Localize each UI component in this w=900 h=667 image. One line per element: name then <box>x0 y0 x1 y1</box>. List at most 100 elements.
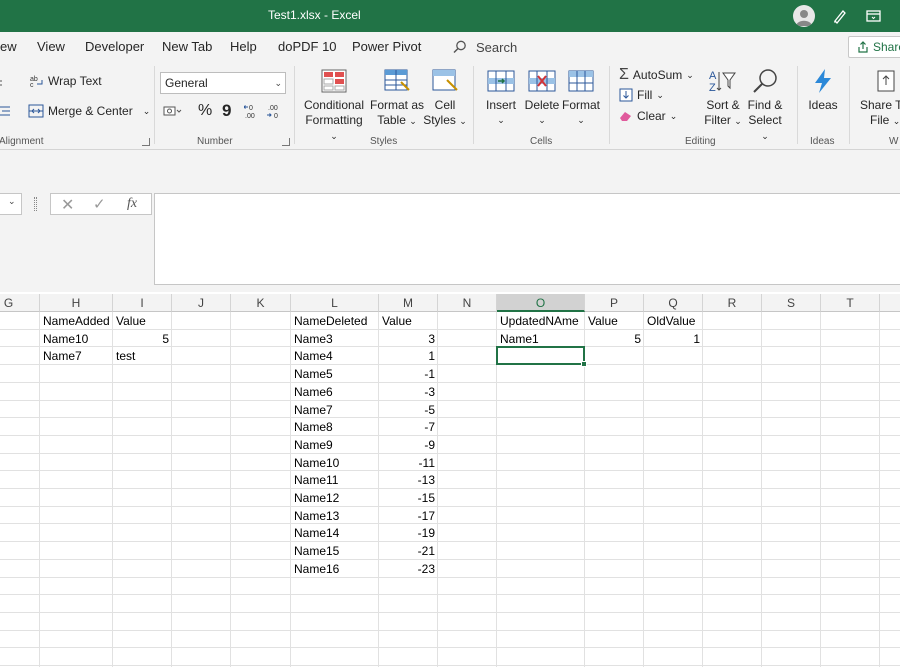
cell-L13[interactable]: Name14 <box>291 525 379 542</box>
cell-L9[interactable]: Name10 <box>291 455 379 472</box>
cell-M12[interactable]: -17 <box>379 508 438 525</box>
name-box-dropdown[interactable]: ⌄ <box>0 193 22 215</box>
column-header-G[interactable]: G <box>0 294 40 312</box>
column-header-L[interactable]: L <box>291 294 379 312</box>
cell-L5[interactable]: Name6 <box>291 384 379 401</box>
tab-view[interactable]: View <box>37 39 65 54</box>
cell-L10[interactable]: Name11 <box>291 472 379 489</box>
column-header-S[interactable]: S <box>762 294 821 312</box>
tab-developer[interactable]: Developer <box>85 39 144 54</box>
cell-M4[interactable]: -1 <box>379 366 438 383</box>
cell-M1[interactable]: Value <box>379 313 438 330</box>
number-format-select[interactable]: General ⌄ <box>160 72 286 94</box>
column-header-P[interactable]: P <box>585 294 644 312</box>
ribbon-display-options-icon[interactable] <box>864 6 884 26</box>
insert-function-button[interactable]: fx <box>127 196 137 212</box>
cell-L6[interactable]: Name7 <box>291 402 379 419</box>
cell-I3[interactable]: test <box>113 348 172 365</box>
selected-cell-O3[interactable] <box>496 346 587 368</box>
cell-M7[interactable]: -7 <box>379 419 438 436</box>
cell-I1[interactable]: Value <box>113 313 172 330</box>
cell-Q2[interactable]: 1 <box>644 331 703 348</box>
enter-icon[interactable]: ✓ <box>93 195 106 213</box>
cell-M3[interactable]: 1 <box>379 348 438 365</box>
cell-L7[interactable]: Name8 <box>291 419 379 436</box>
cell-L14[interactable]: Name15 <box>291 543 379 560</box>
column-header-M[interactable]: M <box>379 294 438 312</box>
user-avatar-icon[interactable] <box>793 5 815 27</box>
cell-P1[interactable]: Value <box>585 313 644 330</box>
column-header-H[interactable]: H <box>40 294 113 312</box>
search-box[interactable]: Search <box>452 38 517 56</box>
column-header-Q[interactable]: Q <box>644 294 703 312</box>
merge-center-button[interactable]: Merge & Center ⌄ <box>28 104 150 118</box>
pen-icon[interactable] <box>830 6 850 26</box>
column-header-K[interactable]: K <box>231 294 291 312</box>
cell-L12[interactable]: Name13 <box>291 508 379 525</box>
cell-M15[interactable]: -23 <box>379 561 438 578</box>
wrap-text-button[interactable]: ab c Wrap Text <box>30 74 102 88</box>
fill-handle[interactable] <box>581 361 587 368</box>
cell-L4[interactable]: Name5 <box>291 366 379 383</box>
cell-L3[interactable]: Name4 <box>291 348 379 365</box>
cell-M2[interactable]: 3 <box>379 331 438 348</box>
cancel-icon[interactable]: ✕ <box>61 195 74 215</box>
conditional-formatting-button[interactable]: Conditional Formatting ⌄ <box>300 68 368 144</box>
delete-cells-button[interactable]: Delete ⌄ <box>522 68 562 128</box>
decrease-decimal-icon[interactable]: .00 0 <box>266 103 284 122</box>
number-launcher-icon[interactable] <box>282 138 290 146</box>
share-button[interactable]: Share <box>848 36 900 58</box>
accounting-format-button[interactable] <box>163 104 183 121</box>
cell-L1[interactable]: NameDeleted <box>291 313 379 330</box>
cell-M14[interactable]: -21 <box>379 543 438 560</box>
tab-help[interactable]: Help <box>230 39 257 54</box>
cell-O2[interactable]: Name1 <box>497 331 585 348</box>
insert-cells-button[interactable]: Insert ⌄ <box>480 68 522 128</box>
spreadsheet-grid[interactable]: GHIJKLMNOPQRST NameAdded Value Name10 5 … <box>0 294 900 667</box>
fill-button[interactable]: Fill ⌄ <box>619 88 664 102</box>
cell-H1[interactable]: NameAdded <box>40 313 113 330</box>
column-header-J[interactable]: J <box>172 294 231 312</box>
cell-M9[interactable]: -11 <box>379 455 438 472</box>
alignment-launcher-icon[interactable] <box>142 138 150 146</box>
formula-input[interactable] <box>154 193 900 285</box>
merge-dropdown-icon[interactable]: ⌄ <box>143 106 151 117</box>
find-select-button[interactable]: Find & Select ⌄ <box>743 68 787 144</box>
cell-M10[interactable]: -13 <box>379 472 438 489</box>
formula-bar-grip-icon[interactable] <box>34 197 37 211</box>
cell-Q1[interactable]: OldValue <box>644 313 703 330</box>
cell-P2[interactable]: 5 <box>585 331 644 348</box>
comma-style-button[interactable]: 9 <box>222 101 231 121</box>
tab-dopdf[interactable]: doPDF 10 <box>278 39 337 54</box>
autosum-button[interactable]: Σ AutoSum ⌄ <box>619 66 694 84</box>
align-left-edge-icon[interactable] <box>0 77 6 94</box>
column-header-O[interactable]: O <box>497 294 585 312</box>
column-header-T[interactable]: T <box>821 294 880 312</box>
clear-button[interactable]: Clear ⌄ <box>619 109 677 123</box>
cell-M5[interactable]: -3 <box>379 384 438 401</box>
column-header-I[interactable]: I <box>113 294 172 312</box>
cell-H3[interactable]: Name7 <box>40 348 113 365</box>
percent-style-button[interactable]: % <box>198 102 212 120</box>
column-header-R[interactable]: R <box>703 294 762 312</box>
cell-M6[interactable]: -5 <box>379 402 438 419</box>
increase-decimal-icon[interactable]: 0.00 <box>243 103 262 122</box>
cell-O1[interactable]: UpdatedNAme <box>497 313 585 330</box>
sort-filter-button[interactable]: AZ Sort & Filter ⌄ <box>703 68 743 129</box>
tab-new-tab[interactable]: New Tab <box>162 39 212 54</box>
cell-M8[interactable]: -9 <box>379 437 438 454</box>
cell-L11[interactable]: Name12 <box>291 490 379 507</box>
cell-L8[interactable]: Name9 <box>291 437 379 454</box>
cell-M13[interactable]: -19 <box>379 525 438 542</box>
indent-icon[interactable] <box>0 104 12 121</box>
cell-H2[interactable]: Name10 <box>40 331 113 348</box>
cell-I2[interactable]: 5 <box>113 331 172 348</box>
format-as-table-button[interactable]: Format as Table ⌄ <box>368 68 426 129</box>
cell-L15[interactable]: Name16 <box>291 561 379 578</box>
ideas-button[interactable]: Ideas <box>803 68 843 113</box>
format-cells-button[interactable]: Format ⌄ <box>562 68 600 128</box>
tab-power-pivot[interactable]: Power Pivot <box>352 39 421 54</box>
column-header-N[interactable]: N <box>438 294 497 312</box>
cell-styles-button[interactable]: Cell Styles ⌄ <box>422 68 468 129</box>
cell-L2[interactable]: Name3 <box>291 331 379 348</box>
